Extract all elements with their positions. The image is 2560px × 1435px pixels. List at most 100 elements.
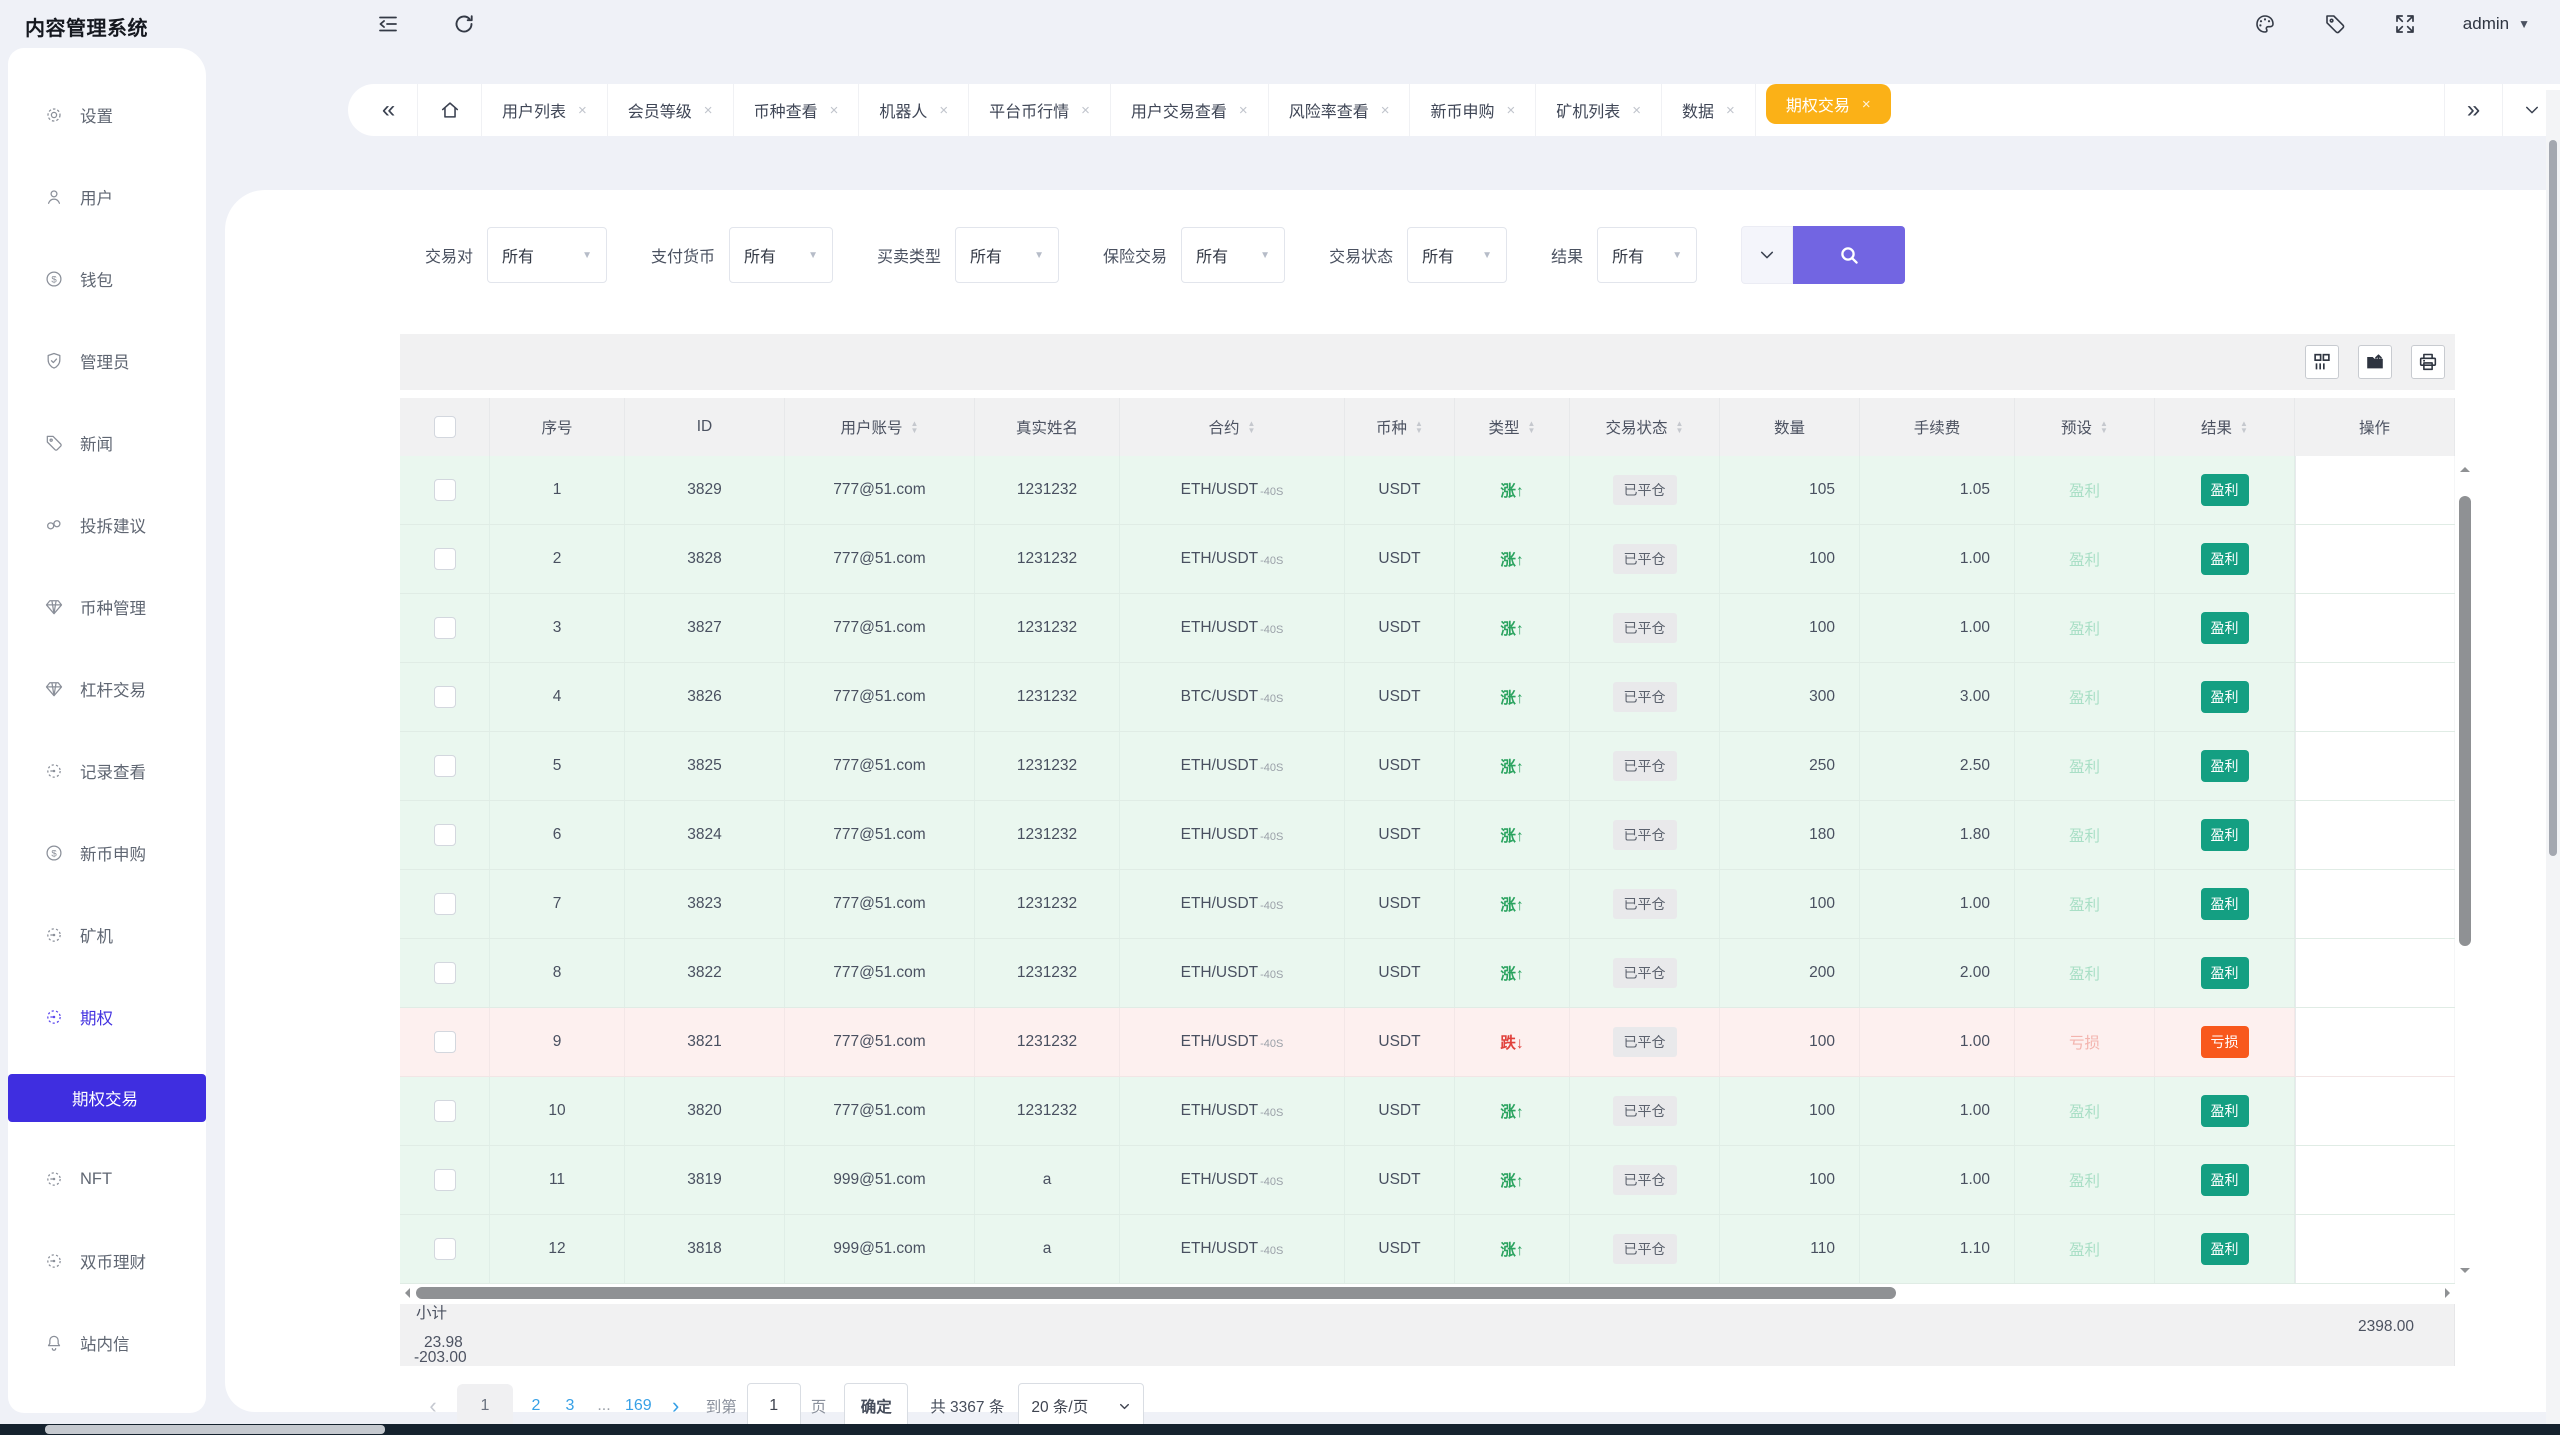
home-tab-icon[interactable] <box>418 84 482 136</box>
theme-palette-icon[interactable] <box>2253 12 2277 36</box>
scroll-left-arrow-icon[interactable] <box>400 1288 410 1298</box>
goto-confirm-button[interactable]: 确定 <box>844 1383 908 1429</box>
page-size-select[interactable]: 20 条/页 <box>1018 1383 1144 1429</box>
close-icon[interactable]: × <box>704 102 713 119</box>
page-number[interactable]: 2 <box>519 1384 553 1428</box>
sort-icon[interactable]: ▲▼ <box>911 420 919 434</box>
close-icon[interactable]: × <box>1239 102 1248 119</box>
sidebar-item[interactable]: 管理员 <box>8 320 206 402</box>
sidebar-item[interactable]: 币种管理 <box>8 566 206 648</box>
tab-item[interactable]: 矿机列表× <box>1536 84 1662 136</box>
next-page-icon[interactable]: › <box>656 1393 696 1419</box>
row-checkbox[interactable] <box>434 1031 456 1053</box>
vertical-scroll-thumb[interactable] <box>2459 496 2471 946</box>
filter-select[interactable]: 所有▼ <box>1407 227 1507 283</box>
print-button[interactable] <box>2411 345 2445 379</box>
sidebar-item[interactable]: NFT <box>8 1138 206 1220</box>
close-icon[interactable]: × <box>1726 102 1735 119</box>
close-icon[interactable]: × <box>1506 102 1515 119</box>
column-header-contract[interactable]: 合约▲▼ <box>1120 398 1345 456</box>
sidebar-item[interactable]: 站内信 <box>8 1302 206 1384</box>
tag-icon[interactable] <box>2323 12 2347 36</box>
row-checkbox[interactable] <box>434 824 456 846</box>
close-icon[interactable]: × <box>1081 102 1090 119</box>
tabs-scroll-right-icon[interactable]: » <box>2444 84 2502 136</box>
row-checkbox[interactable] <box>434 962 456 984</box>
column-header-coin[interactable]: 币种▲▼ <box>1345 398 1455 456</box>
tab-item[interactable]: 风险率查看× <box>1269 84 1411 136</box>
row-checkbox[interactable] <box>434 1100 456 1122</box>
row-checkbox[interactable] <box>434 479 456 501</box>
row-checkbox[interactable] <box>434 686 456 708</box>
page-number-current[interactable]: 1 <box>457 1384 513 1428</box>
sort-icon[interactable]: ▲▼ <box>2240 420 2248 434</box>
row-checkbox[interactable] <box>434 893 456 915</box>
search-button[interactable] <box>1793 226 1905 284</box>
select-all-checkbox[interactable] <box>434 416 456 438</box>
page-horizontal-scroll-thumb[interactable] <box>45 1425 385 1434</box>
tab-active[interactable]: 期权交易× <box>1766 84 1891 124</box>
sort-icon[interactable]: ▲▼ <box>1415 420 1423 434</box>
sidebar-item[interactable]: $钱包 <box>8 238 206 320</box>
tab-item[interactable]: 币种查看× <box>734 84 860 136</box>
fullscreen-icon[interactable] <box>2393 12 2417 36</box>
row-checkbox[interactable] <box>434 1238 456 1260</box>
close-icon[interactable]: × <box>1632 102 1641 119</box>
page-number[interactable]: 169 <box>621 1384 656 1428</box>
close-icon[interactable]: × <box>1862 96 1871 113</box>
sidebar-item[interactable]: 设置 <box>8 74 206 156</box>
filter-select[interactable]: 所有▼ <box>1597 227 1697 283</box>
sort-icon[interactable]: ▲▼ <box>1248 420 1256 434</box>
close-icon[interactable]: × <box>830 102 839 119</box>
column-settings-button[interactable] <box>2305 345 2339 379</box>
collapse-sidebar-icon[interactable] <box>376 12 400 36</box>
filter-select[interactable]: 所有▼ <box>1181 227 1285 283</box>
filter-select[interactable]: 所有▼ <box>729 227 833 283</box>
row-checkbox[interactable] <box>434 617 456 639</box>
scroll-up-arrow-icon[interactable] <box>2460 462 2470 472</box>
export-button[interactable] <box>2358 345 2392 379</box>
close-icon[interactable]: × <box>1381 102 1390 119</box>
column-header-status[interactable]: 交易状态▲▼ <box>1570 398 1720 456</box>
user-menu[interactable]: admin ▼ <box>2463 14 2530 34</box>
tab-item[interactable]: 会员等级× <box>608 84 734 136</box>
page-number[interactable]: 3 <box>553 1384 587 1428</box>
page-vertical-scroll-thumb[interactable] <box>2549 140 2557 856</box>
sort-icon[interactable]: ▲▼ <box>2100 420 2108 434</box>
sidebar-item[interactable]: 记录查看 <box>8 730 206 812</box>
filter-select[interactable]: 所有▼ <box>955 227 1059 283</box>
sidebar-item[interactable]: $新币申购 <box>8 812 206 894</box>
column-header-result[interactable]: 结果▲▼ <box>2155 398 2295 456</box>
sidebar-item[interactable]: 期权 <box>8 976 206 1058</box>
tab-item[interactable]: 平台币行情× <box>969 84 1111 136</box>
tab-item[interactable]: 新币申购× <box>1410 84 1536 136</box>
tab-item[interactable]: 用户列表× <box>482 84 608 136</box>
sidebar-item[interactable]: 双币理财 <box>8 1220 206 1302</box>
tab-item[interactable]: 用户交易查看× <box>1111 84 1269 136</box>
tab-item[interactable]: 数据× <box>1662 84 1756 136</box>
close-icon[interactable]: × <box>578 102 587 119</box>
sidebar-item[interactable]: 用户 <box>8 156 206 238</box>
row-checkbox[interactable] <box>434 548 456 570</box>
prev-page-icon[interactable]: ‹ <box>415 1393 451 1419</box>
sort-icon[interactable]: ▲▼ <box>1528 420 1536 434</box>
refresh-icon[interactable] <box>452 12 476 36</box>
tabs-scroll-left-icon[interactable]: « <box>360 84 418 136</box>
sidebar-item[interactable]: 新闻 <box>8 402 206 484</box>
sidebar-item[interactable]: 矿机 <box>8 894 206 976</box>
column-header-type[interactable]: 类型▲▼ <box>1455 398 1570 456</box>
tab-item[interactable]: 机器人× <box>859 84 969 136</box>
scroll-down-arrow-icon[interactable] <box>2460 1268 2470 1278</box>
column-header-preset[interactable]: 预设▲▼ <box>2015 398 2155 456</box>
scroll-right-arrow-icon[interactable] <box>2445 1288 2455 1298</box>
row-checkbox[interactable] <box>434 1169 456 1191</box>
horizontal-scroll-thumb[interactable] <box>416 1287 1896 1299</box>
goto-page-input[interactable] <box>747 1383 801 1429</box>
column-header-account[interactable]: 用户账号▲▼ <box>785 398 975 456</box>
row-checkbox[interactable] <box>434 755 456 777</box>
sidebar-item-active[interactable]: 期权交易 <box>8 1074 206 1122</box>
sidebar-item[interactable]: 杠杆交易 <box>8 648 206 730</box>
close-icon[interactable]: × <box>939 102 948 119</box>
filter-select[interactable]: 所有▼ <box>487 227 607 283</box>
collapse-filters-button[interactable] <box>1741 226 1793 284</box>
